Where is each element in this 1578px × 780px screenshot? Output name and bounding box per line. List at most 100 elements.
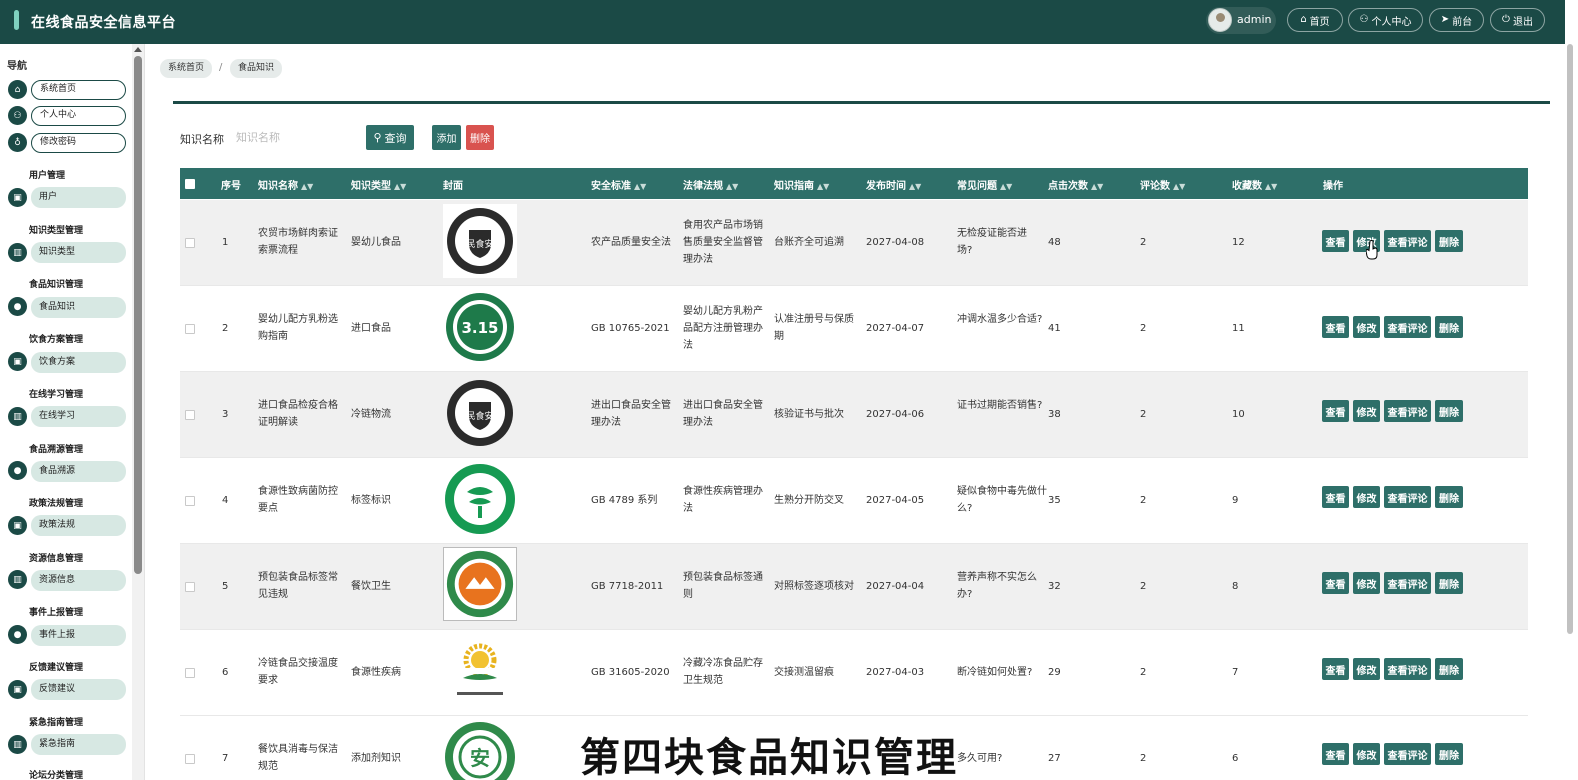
sidebar-item-users[interactable]: 用户 [31,187,126,208]
col-header-law[interactable]: 法律法规 ▲▼ [683,177,738,192]
row-checkbox[interactable] [185,496,195,506]
delete-button[interactable]: 删除 [1435,658,1463,680]
scroll-up-arrow[interactable] [134,47,142,52]
sidebar-item-resources[interactable]: 资源信息 [31,570,126,591]
sidebar-item-food-knowledge[interactable]: 食品知识 [31,297,126,318]
sidebar-item-online-learning[interactable]: 在线学习 [31,406,126,427]
col-header-comments[interactable]: 评论数 ▲▼ [1140,177,1185,192]
view-button[interactable]: 查看 [1322,572,1349,594]
row-checkbox[interactable] [185,582,195,592]
sidebar-group-title: 反馈建议管理 [29,663,84,673]
view-comments-button[interactable]: 查看评论 [1384,400,1431,422]
delete-button[interactable]: 删除 [1435,316,1463,338]
cell-favs: 11 [1232,323,1245,334]
svg-text:民食安: 民食安 [466,410,493,422]
sidebar-item-feedback[interactable]: 反馈建议 [31,679,126,700]
edit-button[interactable]: 修改 [1353,658,1380,680]
sidebar-scrollbar-thumb[interactable] [134,56,142,574]
sidebar-group-title: 政策法规管理 [29,499,84,509]
breadcrumb-home[interactable]: 系统首页 [160,59,213,78]
query-button-label: 查询 [384,131,407,145]
sidebar-item-home[interactable]: 系统首页 [31,80,126,100]
sidebar-item-knowledge-type[interactable]: 知识类型 [31,242,126,263]
cell-clicks: 35 [1048,495,1061,506]
col-header-guide[interactable]: 知识指南 ▲▼ [774,177,829,192]
edit-button[interactable]: 修改 [1353,486,1380,508]
cell-no: 6 [222,667,229,678]
search-input[interactable] [236,125,356,149]
view-button[interactable]: 查看 [1322,316,1349,338]
sidebar-item-password[interactable]: 修改密码 [31,133,126,153]
sort-icon[interactable]: ▲▼ [909,182,921,191]
sidebar-group-title: 食品知识管理 [29,280,84,290]
home-button[interactable]: ⌂ 首页 [1287,8,1343,32]
sort-icon[interactable]: ▲▼ [394,182,406,191]
sidebar-item-policy[interactable]: 政策法规 [31,515,126,536]
view-comments-button[interactable]: 查看评论 [1384,486,1431,508]
col-header-clicks[interactable]: 点击次数 ▲▼ [1048,177,1103,192]
view-button[interactable]: 查看 [1322,658,1349,680]
col-header-favs[interactable]: 收藏数 ▲▼ [1232,177,1277,192]
row-checkbox[interactable] [185,410,195,420]
query-button[interactable]: ⚲ 查询 [366,125,414,150]
delete-button[interactable]: 删除 [1435,743,1463,765]
select-all-checkbox[interactable] [185,179,195,189]
view-button[interactable]: 查看 [1322,400,1349,422]
row-checkbox[interactable] [185,668,195,678]
sidebar-scrollbar[interactable] [132,44,144,780]
row-checkbox[interactable] [185,324,195,334]
edit-button[interactable]: 修改 [1353,316,1380,338]
sort-icon[interactable]: ▲▼ [817,182,829,191]
cell-no: 5 [222,581,229,592]
page-scrollbar[interactable] [1565,0,1578,780]
view-comments-button[interactable]: 查看评论 [1384,743,1431,765]
batch-delete-button[interactable]: 删除 [466,125,494,150]
frontend-button[interactable]: ➤ 前台 [1429,8,1484,32]
add-button[interactable]: 添加 [432,125,461,150]
col-header-standard[interactable]: 安全标准 ▲▼ [591,177,646,192]
logout-button[interactable]: ⏻ 退出 [1490,8,1545,32]
view-button[interactable]: 查看 [1322,230,1349,252]
sort-icon[interactable]: ▲▼ [1265,182,1277,191]
edit-button[interactable]: 修改 [1353,400,1380,422]
view-comments-button[interactable]: 查看评论 [1384,230,1431,252]
sort-icon[interactable]: ▲▼ [1000,182,1012,191]
row-checkbox[interactable] [185,754,195,764]
sort-icon[interactable]: ▲▼ [1173,182,1185,191]
cell-no: 1 [222,237,229,248]
delete-button[interactable]: 删除 [1435,572,1463,594]
sort-icon[interactable]: ▲▼ [634,182,646,191]
cell-law: 食用农产品市场销售质量安全监督管理办法 [683,220,763,265]
col-header-faq[interactable]: 常见问题 ▲▼ [957,177,1012,192]
sidebar-item-emergency-guide[interactable]: 紧急指南 [31,734,126,755]
sidebar-item-traceability[interactable]: 食品溯源 [31,461,126,482]
view-comments-button[interactable]: 查看评论 [1384,316,1431,338]
sort-icon[interactable]: ▲▼ [301,182,313,191]
sort-icon[interactable]: ▲▼ [1091,182,1103,191]
table-row: 6 冷链食品交接温度要求 食源性疾病 GB 31605-2020 冷藏冷冻食品贮… [180,630,1528,716]
col-header-date[interactable]: 发布时间 ▲▼ [866,177,921,192]
delete-button[interactable]: 删除 [1435,400,1463,422]
delete-button[interactable]: 删除 [1435,230,1463,252]
sidebar-item-incident-report[interactable]: 事件上报 [31,625,126,646]
col-header-name[interactable]: 知识名称 ▲▼ [258,177,313,192]
caption-overlay: 第四块食品知识管理 [580,735,958,780]
sidebar-item-diet-plan[interactable]: 饮食方案 [31,352,126,373]
col-header-type[interactable]: 知识类型 ▲▼ [351,177,406,192]
profile-button[interactable]: ⚇ 个人中心 [1348,8,1423,32]
view-comments-button[interactable]: 查看评论 [1384,572,1431,594]
edit-button[interactable]: 修改 [1353,743,1380,765]
view-button[interactable]: 查看 [1322,486,1349,508]
sort-icon[interactable]: ▲▼ [726,182,738,191]
user-menu[interactable]: admin [1206,7,1276,34]
profile-button-label: 个人中心 [1371,16,1412,28]
cell-type: 添加剂知识 [351,753,401,764]
page-scrollbar-thumb[interactable] [1567,44,1573,634]
power-icon: ⏻ [1502,14,1510,25]
delete-button[interactable]: 删除 [1435,486,1463,508]
edit-button[interactable]: 修改 [1353,572,1380,594]
row-checkbox[interactable] [185,238,195,248]
view-comments-button[interactable]: 查看评论 [1384,658,1431,680]
sidebar-item-profile[interactable]: 个人中心 [31,106,126,126]
view-button[interactable]: 查看 [1322,743,1349,765]
